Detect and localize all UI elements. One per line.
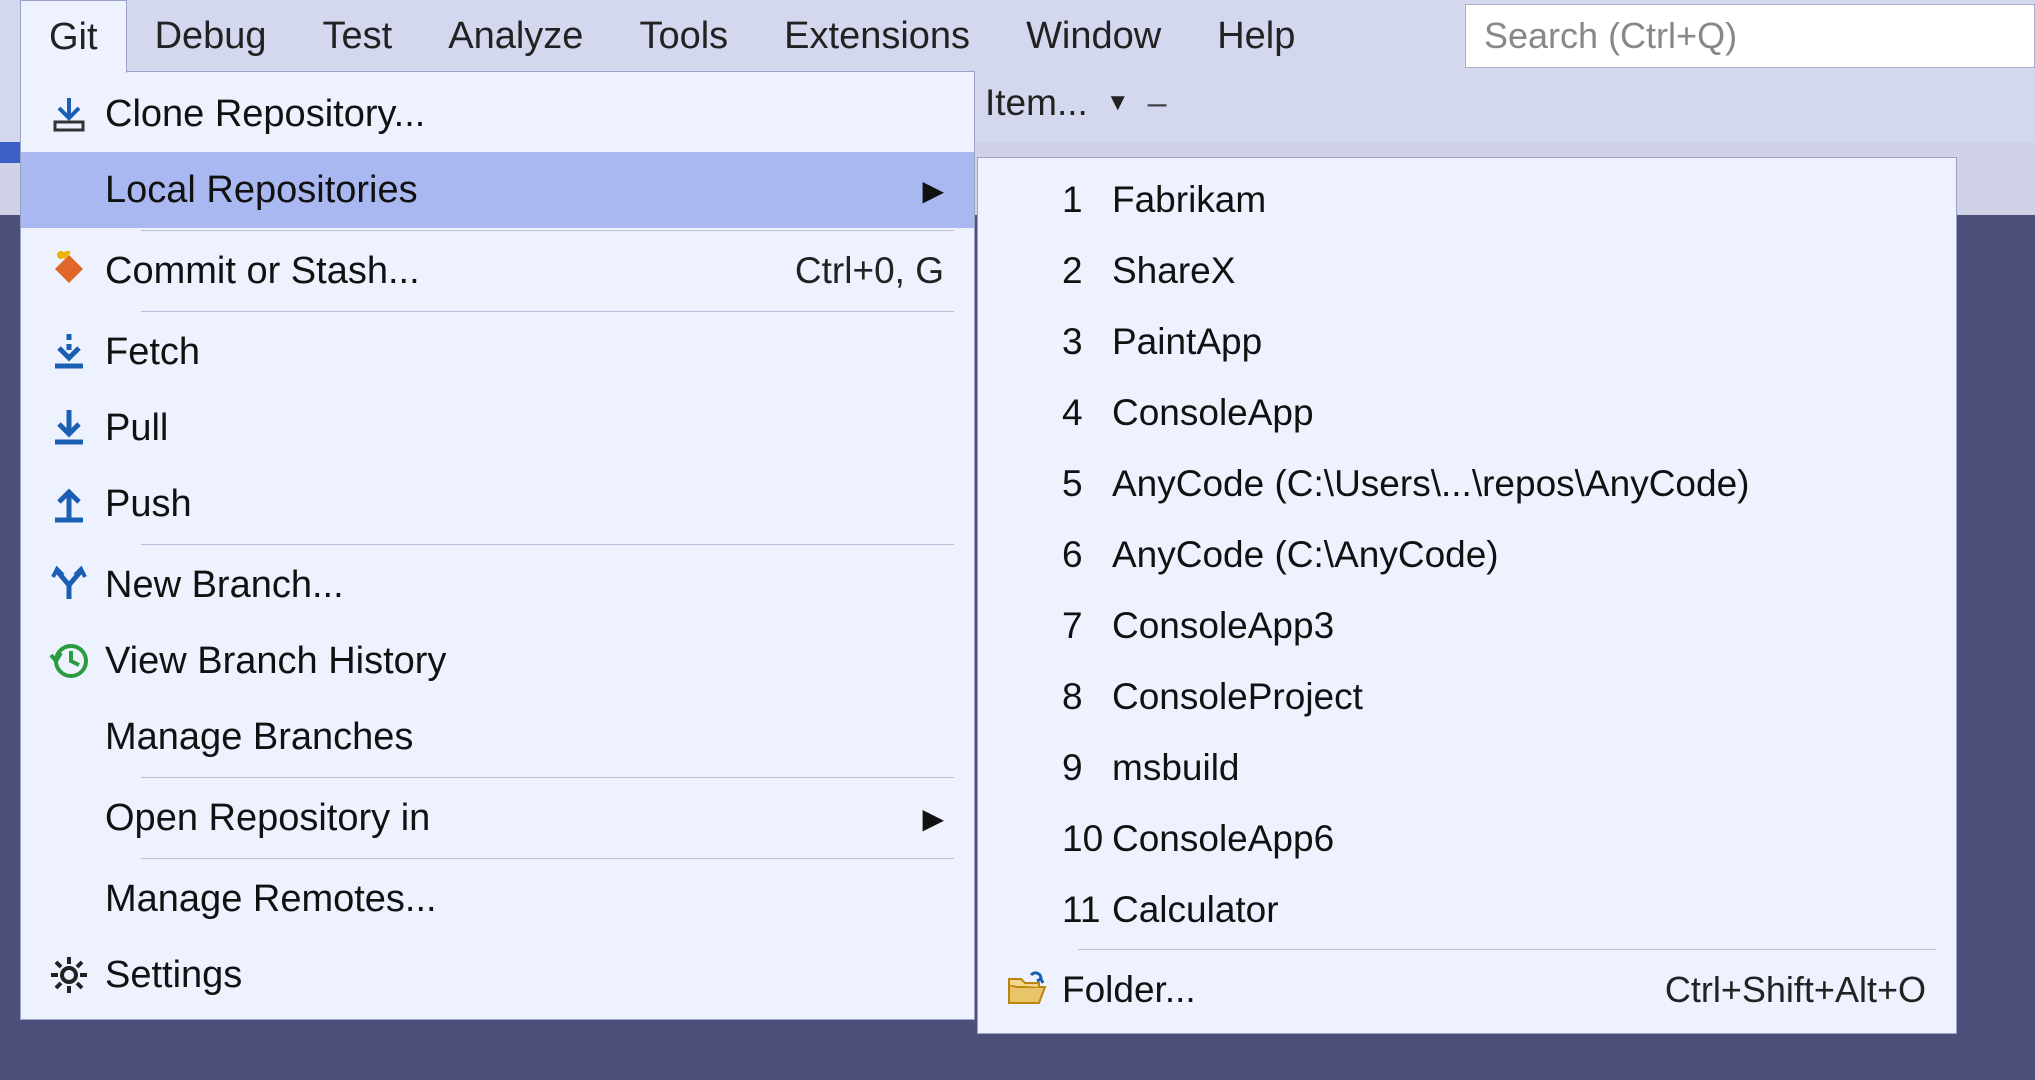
menu-item-label: Clone Repository... <box>105 93 944 136</box>
separator <box>141 858 954 859</box>
repo-index: 4 <box>1062 392 1112 434</box>
menu-bar: Git Debug Test Analyze Tools Extensions … <box>0 0 2035 72</box>
repo-label: msbuild <box>1112 747 1926 789</box>
menu-analyze[interactable]: Analyze <box>420 0 611 72</box>
repo-index: 5 <box>1062 463 1112 505</box>
repo-label: AnyCode (C:\AnyCode) <box>1112 534 1926 576</box>
repo-item[interactable]: 7 ConsoleApp3 <box>978 590 1956 661</box>
menu-commit-stash[interactable]: Commit or Stash... Ctrl+0, G <box>21 233 974 309</box>
local-repositories-submenu: 1 Fabrikam 2 ShareX 3 PaintApp 4 Console… <box>977 157 1957 1034</box>
repo-label: PaintApp <box>1112 321 1926 363</box>
repo-index: 8 <box>1062 676 1112 718</box>
repo-index: 2 <box>1062 250 1112 292</box>
menu-item-label: View Branch History <box>105 640 944 683</box>
menu-item-label: Fetch <box>105 331 944 374</box>
separator <box>141 544 954 545</box>
separator <box>141 777 954 778</box>
repo-item[interactable]: 6 AnyCode (C:\AnyCode) <box>978 519 1956 590</box>
folder-shortcut: Ctrl+Shift+Alt+O <box>1665 969 1926 1011</box>
open-folder-item[interactable]: Folder... Ctrl+Shift+Alt+O <box>978 954 1956 1025</box>
repo-label: ConsoleProject <box>1112 676 1926 718</box>
menu-item-label: Manage Branches <box>105 716 944 759</box>
separator <box>141 311 954 312</box>
repo-label: ConsoleApp <box>1112 392 1926 434</box>
menu-extensions[interactable]: Extensions <box>756 0 998 72</box>
repo-label: ConsoleApp6 <box>1112 818 1926 860</box>
menu-manage-remotes[interactable]: Manage Remotes... <box>21 861 974 937</box>
menu-item-label: Local Repositories <box>105 169 914 212</box>
repo-label: AnyCode (C:\Users\...\repos\AnyCode) <box>1112 463 1926 505</box>
search-box[interactable] <box>1465 4 2035 68</box>
repo-item[interactable]: 2 ShareX <box>978 235 1956 306</box>
repo-item[interactable]: 4 ConsoleApp <box>978 377 1956 448</box>
menu-view-branch-history[interactable]: View Branch History <box>21 623 974 699</box>
repo-index: 10 <box>1062 818 1112 860</box>
repo-label: ShareX <box>1112 250 1926 292</box>
repo-item[interactable]: 11 Calculator <box>978 874 1956 945</box>
submenu-arrow-icon: ▶ <box>922 174 944 207</box>
search-input[interactable] <box>1484 15 2016 57</box>
repo-item[interactable]: 3 PaintApp <box>978 306 1956 377</box>
repo-index: 6 <box>1062 534 1112 576</box>
history-icon <box>33 641 105 681</box>
repo-item[interactable]: 9 msbuild <box>978 732 1956 803</box>
menu-fetch[interactable]: Fetch <box>21 314 974 390</box>
gear-icon <box>33 955 105 995</box>
repo-label: Fabrikam <box>1112 179 1926 221</box>
menu-test[interactable]: Test <box>295 0 421 72</box>
menu-pull[interactable]: Pull <box>21 390 974 466</box>
repo-index: 11 <box>1062 889 1112 931</box>
separator <box>1078 949 1936 950</box>
repo-item[interactable]: 10 ConsoleApp6 <box>978 803 1956 874</box>
push-icon <box>33 484 105 524</box>
toolbar-fragment: Item... ▼ – <box>985 82 1167 124</box>
menu-item-label: Commit or Stash... <box>105 250 795 293</box>
repo-index: 9 <box>1062 747 1112 789</box>
menu-open-repository-in[interactable]: Open Repository in ▶ <box>21 780 974 856</box>
clone-icon <box>33 94 105 134</box>
menu-local-repositories[interactable]: Local Repositories ▶ <box>21 152 974 228</box>
menu-settings[interactable]: Settings <box>21 937 974 1013</box>
toolbar-fragment-label: Item... <box>985 82 1088 124</box>
menu-item-label: Open Repository in <box>105 797 914 840</box>
menu-new-branch[interactable]: New Branch... <box>21 547 974 623</box>
menu-item-label: New Branch... <box>105 564 944 607</box>
menu-push[interactable]: Push <box>21 466 974 542</box>
submenu-arrow-icon: ▶ <box>922 802 944 835</box>
repo-index: 3 <box>1062 321 1112 363</box>
menu-help[interactable]: Help <box>1189 0 1323 72</box>
menu-debug[interactable]: Debug <box>127 0 295 72</box>
folder-label: Folder... <box>1062 969 1665 1011</box>
repo-index: 7 <box>1062 605 1112 647</box>
repo-index: 1 <box>1062 179 1112 221</box>
menu-clone-repository[interactable]: Clone Repository... <box>21 76 974 152</box>
folder-open-icon <box>990 969 1062 1011</box>
menu-item-label: Manage Remotes... <box>105 878 944 921</box>
repo-label: Calculator <box>1112 889 1926 931</box>
menu-manage-branches[interactable]: Manage Branches <box>21 699 974 775</box>
repo-label: ConsoleApp3 <box>1112 605 1926 647</box>
fetch-icon <box>33 332 105 372</box>
menu-item-label: Push <box>105 483 944 526</box>
repo-item[interactable]: 5 AnyCode (C:\Users\...\repos\AnyCode) <box>978 448 1956 519</box>
pull-icon <box>33 408 105 448</box>
menu-item-label: Pull <box>105 407 944 450</box>
menu-git[interactable]: Git <box>20 0 127 73</box>
repo-item[interactable]: 8 ConsoleProject <box>978 661 1956 732</box>
menu-window[interactable]: Window <box>998 0 1189 72</box>
menu-item-shortcut: Ctrl+0, G <box>795 250 944 292</box>
separator <box>141 230 954 231</box>
chevron-down-icon[interactable]: ▼ <box>1106 89 1130 117</box>
menu-item-label: Settings <box>105 954 944 997</box>
menu-tools[interactable]: Tools <box>611 0 756 72</box>
commit-icon <box>33 251 105 291</box>
branch-icon <box>33 565 105 605</box>
repo-item[interactable]: 1 Fabrikam <box>978 164 1956 235</box>
dash-icon: – <box>1148 84 1167 123</box>
git-dropdown: Clone Repository... Local Repositories ▶… <box>20 71 975 1020</box>
